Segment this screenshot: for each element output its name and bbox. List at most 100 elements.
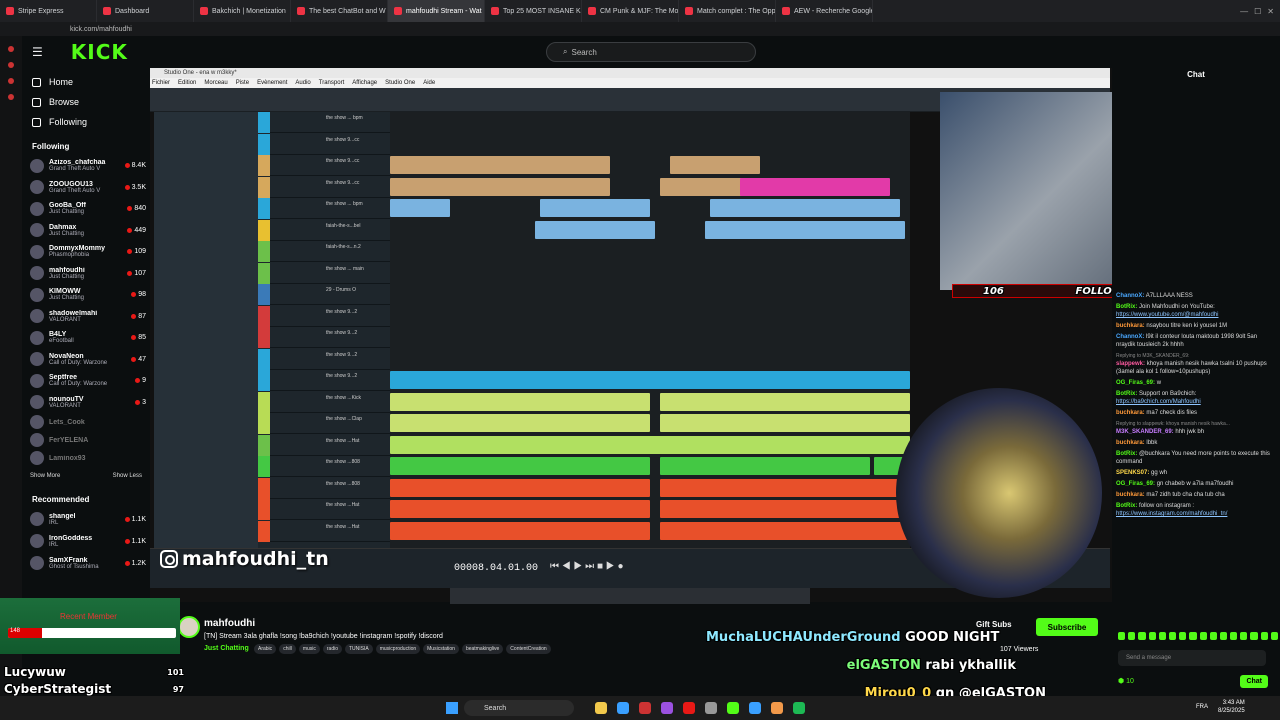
daw-menu-item[interactable]: Transport bbox=[319, 80, 344, 86]
stream-tag[interactable]: musicproduction bbox=[375, 644, 421, 654]
daw-menu-item[interactable]: Edition bbox=[178, 80, 196, 86]
chat-link[interactable]: https://ba9chich.com/Mahfoudhi bbox=[1116, 399, 1201, 405]
following-channel[interactable]: Dahmax Just Chatting 449 bbox=[22, 220, 150, 242]
daw-track[interactable]: the show ...Hat bbox=[258, 434, 390, 456]
daw-track[interactable]: faiah-the-s...bel bbox=[258, 219, 390, 241]
stream-tag[interactable]: Musicstation bbox=[423, 644, 459, 654]
daw-track[interactable]: the show ...Hat bbox=[258, 520, 390, 542]
daw-track[interactable]: the show 9...cc bbox=[258, 155, 390, 176]
maximize-icon[interactable]: ☐ bbox=[1254, 7, 1261, 16]
audio-clip[interactable] bbox=[390, 199, 450, 217]
nav-item-following[interactable]: Following bbox=[22, 112, 150, 132]
daw-menu-item[interactable]: Fichier bbox=[152, 80, 170, 86]
following-channel[interactable]: DommyxMommy Phasmophobia 109 bbox=[22, 241, 150, 263]
lang-indicator[interactable]: FRA bbox=[1196, 704, 1208, 710]
chat-username[interactable]: SPENKS07: bbox=[1116, 470, 1149, 476]
emote-icon[interactable] bbox=[1240, 632, 1248, 640]
following-channel[interactable]: Laminox93 bbox=[22, 449, 150, 467]
chat-username[interactable]: BotRix: bbox=[1116, 304, 1137, 310]
audio-clip[interactable] bbox=[390, 414, 650, 432]
emote-icon[interactable] bbox=[1189, 632, 1197, 640]
daw-track[interactable]: the show ...808 bbox=[258, 456, 390, 477]
stream-tag[interactable]: beatmakinglive bbox=[461, 644, 504, 654]
following-channel[interactable]: KIMOWW Just Chatting 98 bbox=[22, 284, 150, 306]
taskbar-search[interactable]: Search bbox=[464, 700, 574, 716]
daw-menu-item[interactable]: Audio bbox=[295, 80, 310, 86]
stream-tag[interactable]: TUNISIA bbox=[345, 644, 373, 654]
emote-icon[interactable] bbox=[1138, 632, 1146, 640]
daw-track[interactable]: the show ... bpm bbox=[258, 112, 390, 133]
audio-clip[interactable] bbox=[660, 457, 870, 475]
chat-username[interactable]: OG_Firas_69: bbox=[1116, 380, 1155, 386]
emote-icon[interactable] bbox=[1199, 632, 1207, 640]
following-channel[interactable]: NovaNeon Call of Duty: Warzone 47 bbox=[22, 349, 150, 371]
following-channel[interactable]: FerYELENA bbox=[22, 431, 150, 449]
nav-item-home[interactable]: Home bbox=[22, 72, 150, 92]
audio-clip[interactable] bbox=[390, 478, 650, 497]
audio-clip[interactable] bbox=[705, 220, 905, 239]
audio-clip[interactable] bbox=[660, 521, 910, 540]
daw-track[interactable]: faiah-the-s...n.2 bbox=[258, 241, 390, 262]
audio-clip[interactable] bbox=[390, 177, 610, 196]
emote-icon[interactable] bbox=[1128, 632, 1136, 640]
search-input[interactable]: ⌕ Search bbox=[546, 42, 756, 62]
chat-input[interactable]: Send a message bbox=[1118, 650, 1266, 666]
show-more-button[interactable]: Show More bbox=[30, 473, 60, 479]
channel-name[interactable]: mahfoudhi bbox=[204, 618, 255, 629]
following-channel[interactable]: shadowelmahi VALORANT 87 bbox=[22, 306, 150, 328]
taskbar-app-icon[interactable] bbox=[705, 702, 717, 714]
following-channel[interactable]: B4LY eFootball 85 bbox=[22, 327, 150, 349]
chat-link[interactable]: https://www.instagram.com/mahfoudhi_tn/ bbox=[1116, 511, 1227, 517]
daw-menu-item[interactable]: Morceau bbox=[204, 80, 227, 86]
chat-username[interactable]: buchkara: bbox=[1116, 323, 1145, 329]
stream-category[interactable]: Just Chatting bbox=[204, 645, 249, 652]
chat-username[interactable]: OG_Firas_69: bbox=[1116, 481, 1155, 487]
audio-clip[interactable] bbox=[740, 177, 890, 196]
audio-clip[interactable] bbox=[660, 414, 910, 432]
menu-icon[interactable]: ☰ bbox=[32, 45, 43, 59]
taskbar-app-icon[interactable] bbox=[617, 702, 629, 714]
audio-clip[interactable] bbox=[390, 435, 910, 454]
emote-icon[interactable] bbox=[1270, 632, 1278, 640]
taskbar-app-icon[interactable] bbox=[639, 702, 651, 714]
emote-icon[interactable] bbox=[1148, 632, 1156, 640]
audio-clip[interactable] bbox=[540, 199, 650, 217]
close-icon[interactable]: ✕ bbox=[1267, 7, 1274, 16]
daw-track[interactable]: the show ... bpm bbox=[258, 198, 390, 219]
emote-icon[interactable] bbox=[1260, 632, 1268, 640]
following-channel[interactable]: Septfree Call of Duty: Warzone 9 bbox=[22, 370, 150, 392]
taskbar-app-icon[interactable] bbox=[749, 702, 761, 714]
browser-tab[interactable]: Top 25 MOST INSANE Ka bbox=[485, 0, 582, 22]
recommended-channel[interactable]: shangel IRL 1.1K bbox=[22, 508, 150, 530]
daw-menu-item[interactable]: Piste bbox=[236, 80, 249, 86]
stream-tag[interactable]: Arabic bbox=[254, 644, 277, 654]
following-channel[interactable]: ZOOUGOU13 Grand Theft Auto V 3.5K bbox=[22, 177, 150, 199]
following-channel[interactable]: GooBa_Off Just Chatting 840 bbox=[22, 198, 150, 220]
daw-track[interactable]: the show 9...2 bbox=[258, 327, 390, 348]
chat-username[interactable]: BotRix: bbox=[1116, 503, 1137, 509]
recommended-channel[interactable]: IronGoddess IRL 1.1K bbox=[22, 530, 150, 552]
stream-tag[interactable]: music bbox=[298, 644, 320, 654]
taskbar-app-icon[interactable] bbox=[683, 702, 695, 714]
browser-tab[interactable]: The best ChatBot and W bbox=[291, 0, 388, 22]
extension-icon[interactable] bbox=[8, 62, 14, 68]
daw-track[interactable]: the show ...Clap bbox=[258, 413, 390, 434]
daw-track[interactable]: the show 9...2 bbox=[258, 370, 390, 391]
daw-track[interactable]: the show 9...2 bbox=[258, 348, 390, 370]
taskbar-app-icon[interactable] bbox=[793, 702, 805, 714]
daw-track[interactable]: the show ... main bbox=[258, 262, 390, 284]
audio-clip[interactable] bbox=[390, 392, 650, 411]
daw-menu-item[interactable]: Evènement bbox=[257, 80, 287, 86]
daw-track[interactable]: the show 9...2 bbox=[258, 305, 390, 327]
channel-avatar[interactable] bbox=[178, 616, 200, 638]
minimize-icon[interactable]: — bbox=[1240, 7, 1248, 16]
audio-clip[interactable] bbox=[670, 156, 760, 174]
daw-menu-item[interactable]: Aide bbox=[423, 80, 435, 86]
chat-username[interactable]: slappewk: bbox=[1116, 361, 1145, 367]
following-channel[interactable]: mahfoudhi Just Chatting 107 bbox=[22, 263, 150, 285]
audio-clip[interactable] bbox=[390, 156, 610, 174]
emote-icon[interactable] bbox=[1209, 632, 1217, 640]
points-count[interactable]: ⬢ 10 bbox=[1118, 677, 1134, 685]
browser-tab[interactable]: AEW - Recherche Google bbox=[776, 0, 873, 22]
taskbar-clock[interactable]: 3:43 AM 8/25/2025 bbox=[1218, 699, 1245, 715]
